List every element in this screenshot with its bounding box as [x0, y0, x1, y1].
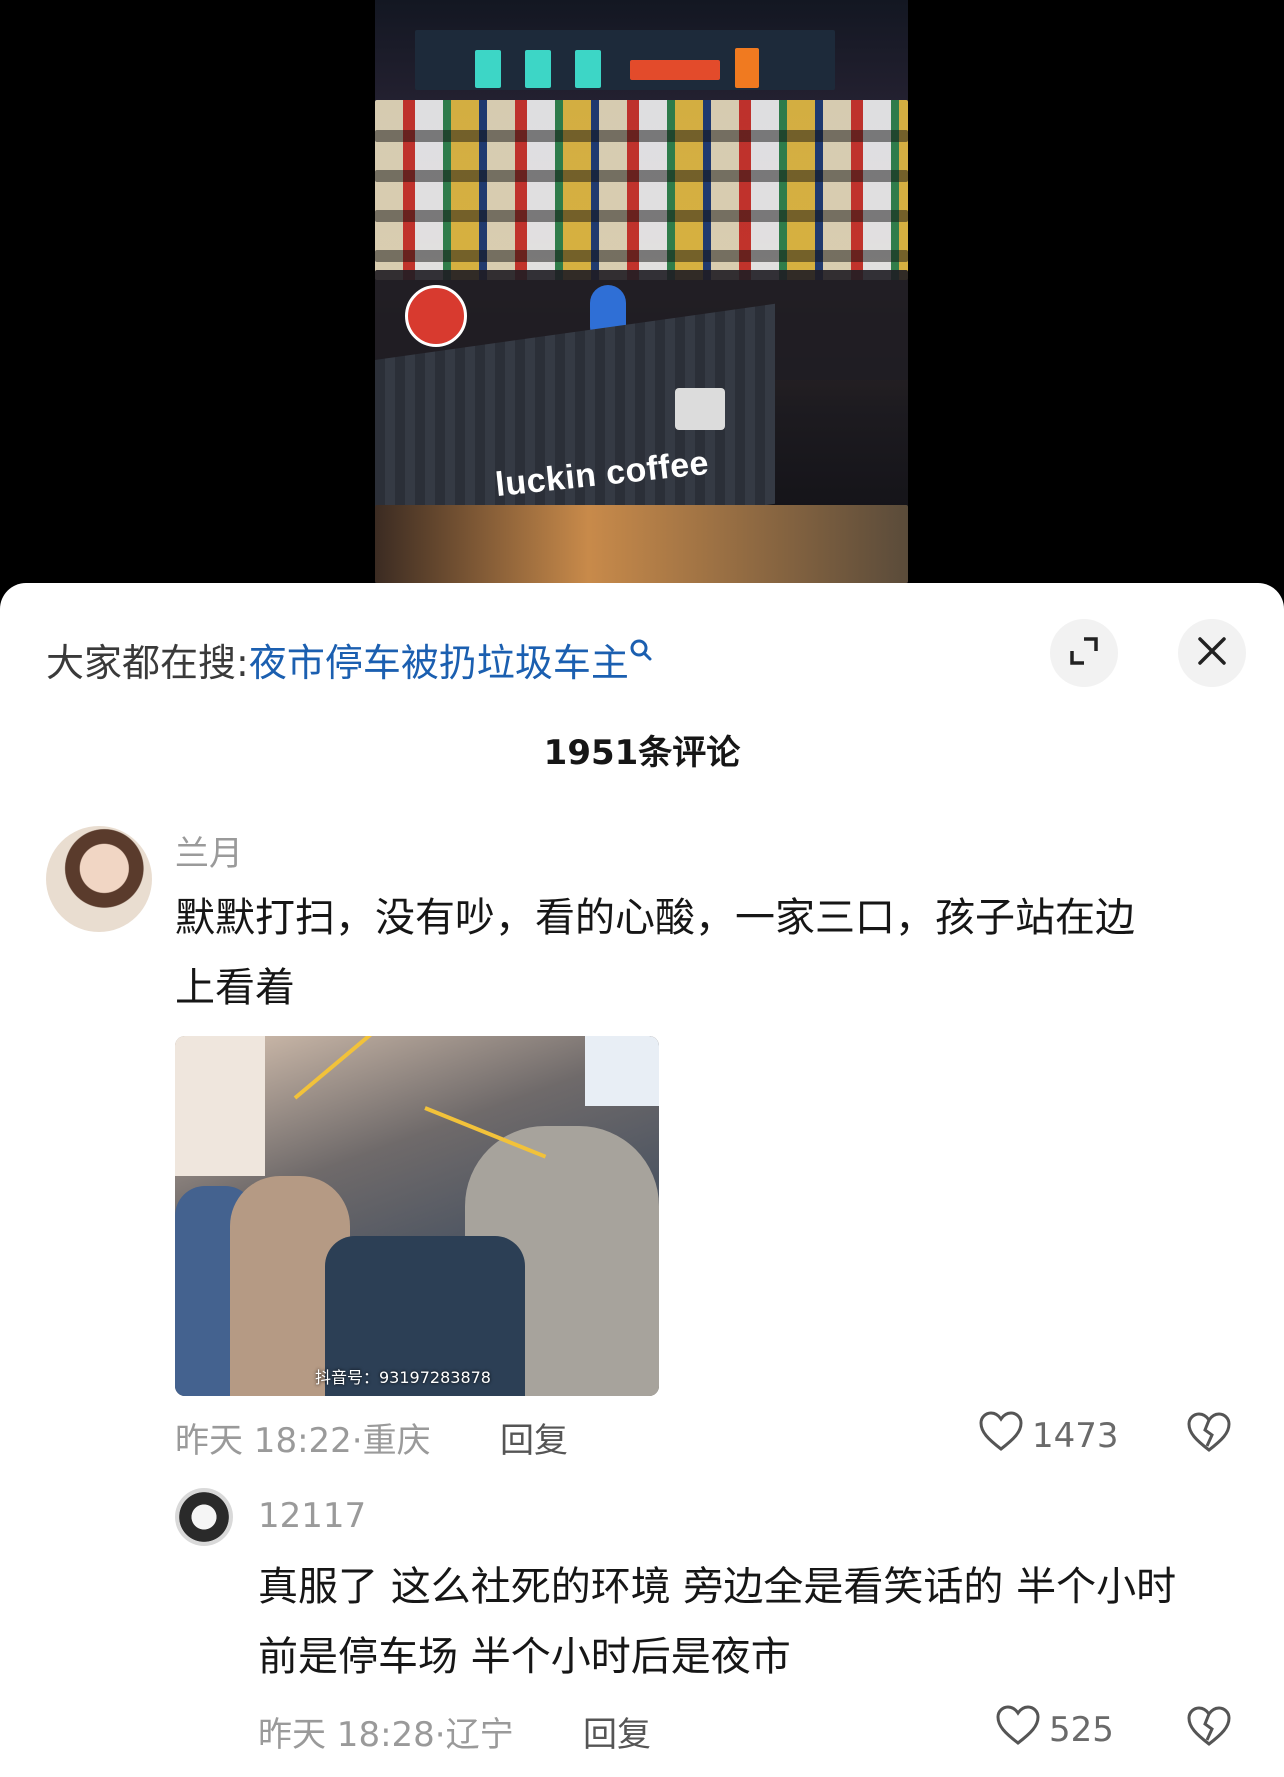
close-button[interactable]	[1178, 619, 1246, 687]
like-button[interactable]: 525	[995, 1704, 1114, 1755]
trending-term-link[interactable]: 夜市停车被扔垃圾车主	[249, 641, 629, 685]
neon-sign	[525, 50, 551, 88]
broken-heart-icon	[1186, 1706, 1232, 1752]
expand-button[interactable]	[1050, 619, 1118, 687]
search-icon[interactable]	[629, 639, 653, 669]
image-watermark: 抖音号：93197283878	[315, 1368, 491, 1387]
dislike-button[interactable]	[1186, 1704, 1232, 1752]
image-sign-left	[175, 1036, 265, 1176]
reply-button[interactable]: 回复	[500, 1413, 568, 1462]
comment-image[interactable]: 抖音号：93197283878	[175, 1036, 659, 1396]
comment-text-line: 默默打扫，没有吵，看的心酸，一家三口，孩子站在边	[175, 895, 1135, 941]
stall-signs	[375, 130, 908, 142]
neon-sign	[735, 48, 759, 88]
stall-signs	[375, 250, 908, 262]
meta-separator: ·	[351, 1421, 363, 1461]
trending-search[interactable]: 大家都在搜:夜市停车被扔垃圾车主	[46, 632, 653, 687]
video-player[interactable]: luckin coffee	[0, 0, 1284, 600]
close-icon	[1195, 634, 1229, 672]
stall-signs	[375, 210, 908, 222]
meta-separator: ·	[434, 1715, 446, 1755]
comment-time: 昨天 18:28	[258, 1715, 435, 1755]
like-count: 1473	[1032, 1415, 1119, 1456]
comment-text-line: 真服了 这么社死的环境 旁边全是看笑话的 半个小时	[258, 1564, 1177, 1610]
comment-text-line: 前是停车场 半个小时后是夜市	[258, 1634, 791, 1680]
reply-button[interactable]: 回复	[583, 1707, 651, 1756]
comment-username[interactable]: 兰月	[175, 826, 243, 875]
avatar[interactable]	[46, 826, 152, 932]
comment-meta: 昨天 18:22·重庆	[175, 1413, 431, 1462]
dislike-button[interactable]	[1186, 1410, 1232, 1458]
comment-location: 辽宁	[445, 1715, 514, 1755]
comment-count: 1951条评论	[543, 733, 741, 773]
comment-meta: 昨天 18:28·辽宁	[258, 1707, 514, 1756]
expand-icon	[1066, 633, 1102, 673]
neon-sign	[630, 60, 720, 80]
stall-signs	[375, 170, 908, 182]
heart-icon	[995, 1704, 1041, 1755]
like-count: 525	[1049, 1709, 1114, 1750]
video-frame[interactable]: luckin coffee	[375, 0, 908, 583]
storefront	[375, 505, 908, 583]
comment-location: 重庆	[362, 1421, 431, 1461]
comment-text: 真服了 这么社死的环境 旁边全是看笑话的 半个小时 前是停车场 半个小时后是夜市	[258, 1552, 1176, 1692]
like-button[interactable]: 1473	[978, 1410, 1119, 1461]
comment-text: 默默打扫，没有吵，看的心酸，一家三口，孩子站在边 上看着	[175, 883, 1135, 1023]
avatar[interactable]	[175, 1488, 233, 1546]
neon-sign	[575, 50, 601, 88]
trending-prefix: 大家都在搜:	[46, 641, 249, 685]
broken-heart-icon	[1186, 1412, 1232, 1458]
ac-unit	[675, 388, 725, 430]
comment-username[interactable]: 12117	[258, 1496, 366, 1536]
heart-icon	[978, 1410, 1024, 1461]
red-round-sign	[405, 285, 467, 347]
neon-sign	[475, 50, 501, 88]
image-sign-right	[585, 1036, 659, 1106]
comment-time: 昨天 18:22	[175, 1421, 352, 1461]
comment-text-line: 上看着	[175, 965, 295, 1011]
